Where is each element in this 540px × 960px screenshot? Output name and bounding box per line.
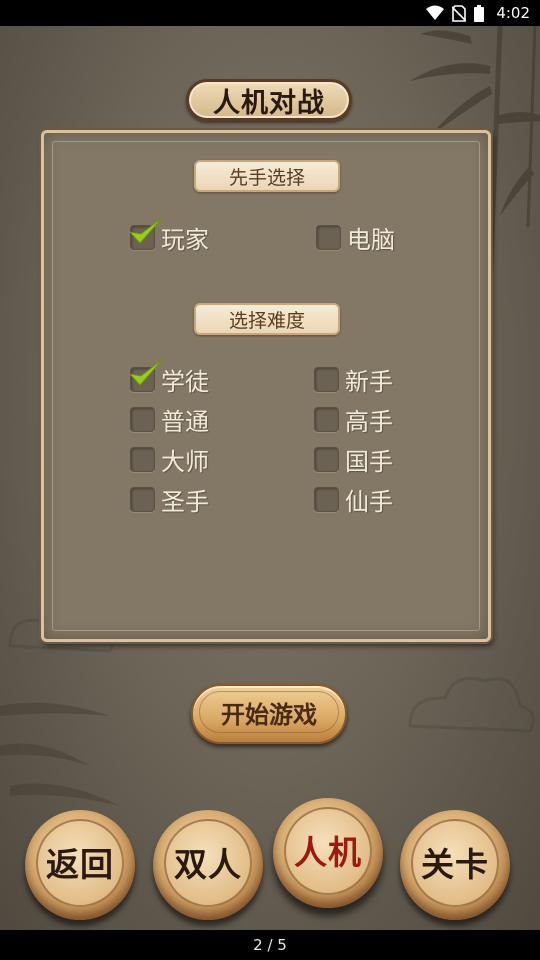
back-button[interactable]: 返回 bbox=[25, 810, 135, 920]
checkbox[interactable] bbox=[128, 216, 164, 250]
status-bar: 4:02 bbox=[0, 0, 540, 26]
levels-label: 关卡 bbox=[421, 845, 489, 884]
first-move-header-text: 先手选择 bbox=[228, 166, 305, 189]
difficulty-option-national[interactable]: 国手 bbox=[314, 443, 393, 476]
settings-panel: 先手选择 玩家 电脑 选择难度 学徒 新手 普通 高手 大师 国手 圣手 仙手 bbox=[41, 130, 491, 642]
checkbox[interactable] bbox=[314, 406, 339, 432]
two-player-button[interactable]: 双人 bbox=[153, 810, 263, 920]
difficulty-header-text: 选择难度 bbox=[228, 309, 305, 332]
two-player-label: 双人 bbox=[174, 845, 242, 884]
option-label: 电脑 bbox=[347, 225, 395, 254]
checkbox[interactable] bbox=[128, 358, 164, 392]
panel-border bbox=[52, 141, 480, 631]
difficulty-option-expert[interactable]: 高手 bbox=[314, 403, 393, 436]
option-label: 大师 bbox=[161, 447, 209, 476]
first-move-header: 先手选择 bbox=[194, 160, 340, 192]
first-move-option-player[interactable]: 玩家 bbox=[128, 216, 209, 254]
option-label: 普通 bbox=[161, 407, 209, 436]
first-move-option-computer[interactable]: 电脑 bbox=[316, 221, 395, 254]
difficulty-option-apprentice[interactable]: 学徒 bbox=[128, 358, 209, 396]
checkbox[interactable] bbox=[314, 486, 339, 512]
difficulty-option-master[interactable]: 大师 bbox=[130, 443, 209, 476]
start-game-button[interactable]: 开始游戏 bbox=[191, 684, 347, 744]
option-label: 仙手 bbox=[345, 487, 393, 516]
difficulty-header: 选择难度 bbox=[194, 303, 340, 335]
option-label: 圣手 bbox=[161, 487, 209, 516]
difficulty-option-novice[interactable]: 新手 bbox=[314, 363, 393, 396]
page-title: 人机对战 bbox=[186, 79, 352, 121]
levels-button[interactable]: 关卡 bbox=[400, 810, 510, 920]
checkbox[interactable] bbox=[130, 406, 155, 432]
difficulty-option-sage[interactable]: 圣手 bbox=[130, 483, 209, 516]
checkbox[interactable] bbox=[314, 366, 339, 392]
checkmark-icon bbox=[128, 358, 164, 386]
status-time: 4:02 bbox=[496, 4, 530, 22]
bottom-bar: 2 / 5 bbox=[0, 930, 540, 960]
option-label: 玩家 bbox=[161, 225, 209, 254]
page-indicator: 2 / 5 bbox=[253, 936, 287, 954]
option-label: 学徒 bbox=[161, 367, 209, 396]
cloud-pattern bbox=[408, 676, 535, 733]
back-label: 返回 bbox=[46, 845, 114, 884]
difficulty-option-immortal[interactable]: 仙手 bbox=[314, 483, 393, 516]
option-label: 高手 bbox=[345, 407, 393, 436]
checkbox[interactable] bbox=[316, 224, 341, 250]
checkmark-icon bbox=[128, 216, 164, 244]
bamboo-decoration-left bbox=[0, 702, 120, 806]
wifi-icon bbox=[426, 5, 445, 20]
start-game-label: 开始游戏 bbox=[221, 700, 317, 729]
status-icons: 4:02 bbox=[426, 3, 530, 23]
vs-computer-label: 人机 bbox=[294, 833, 362, 872]
page-title-text: 人机对战 bbox=[213, 87, 325, 119]
option-label: 新手 bbox=[345, 367, 393, 396]
no-sim-icon bbox=[452, 4, 467, 22]
checkbox[interactable] bbox=[314, 446, 339, 472]
checkbox[interactable] bbox=[130, 446, 155, 472]
checkbox[interactable] bbox=[130, 486, 155, 512]
option-label: 国手 bbox=[345, 447, 393, 476]
difficulty-option-normal[interactable]: 普通 bbox=[130, 403, 209, 436]
vs-computer-button[interactable]: 人机 bbox=[273, 798, 383, 908]
game-screen: 人机对战 先手选择 玩家 电脑 选择难度 学徒 新手 普通 高手 大师 国手 圣… bbox=[0, 26, 540, 930]
battery-icon bbox=[474, 4, 485, 22]
